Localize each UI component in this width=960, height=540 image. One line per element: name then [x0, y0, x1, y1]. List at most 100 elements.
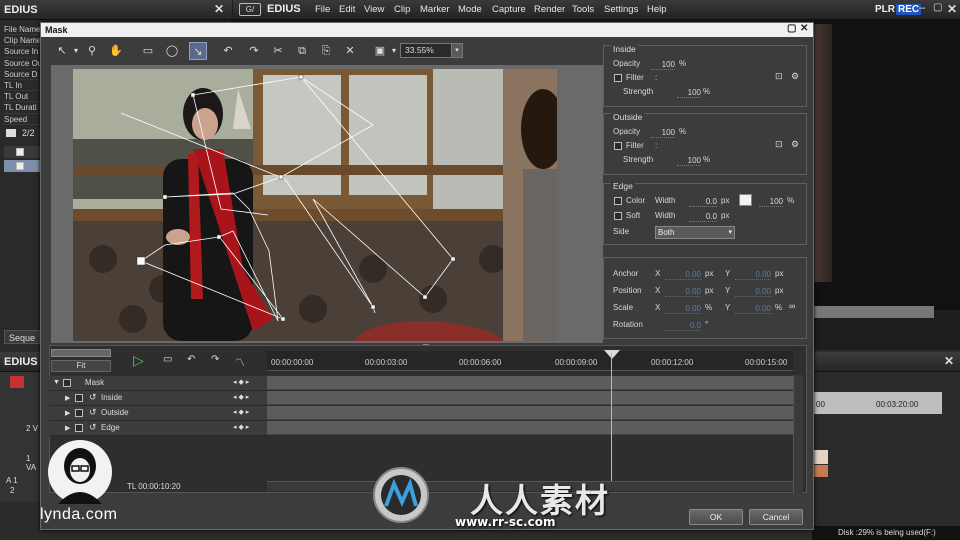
close-icon[interactable]: ✕ [800, 23, 808, 34]
close-icon[interactable]: ✕ [947, 2, 957, 16]
link-icon[interactable]: ∞ [789, 301, 795, 311]
redo-icon[interactable]: ↷ [211, 354, 219, 365]
track-lane-outside[interactable] [267, 406, 793, 420]
checkbox[interactable] [16, 148, 24, 156]
ellipse-tool-icon[interactable]: ◯ [163, 42, 181, 60]
anchor-x-value[interactable]: 0.00 [665, 270, 701, 280]
track-checkbox[interactable] [75, 409, 83, 417]
menu-settings[interactable]: Settings [604, 4, 638, 15]
rectangle-tool-icon[interactable]: ▭ [139, 42, 157, 60]
folder-open-icon[interactable]: ⊡ [775, 139, 783, 150]
recorder-label[interactable]: REC [896, 4, 922, 15]
scale-x-value[interactable]: 0.00 [665, 304, 701, 314]
position-x-value[interactable]: 0.00 [665, 287, 701, 297]
clip-thumbnail[interactable] [814, 450, 828, 464]
inside-opacity-value[interactable]: 100 [651, 60, 675, 70]
timeline-zoom-slider[interactable] [51, 349, 111, 357]
menu-file[interactable]: File [315, 4, 330, 15]
playhead-line[interactable] [611, 353, 612, 481]
record-icon[interactable] [10, 376, 24, 388]
track-header-mask[interactable]: ▼ Mask ◂ ◆ ▸ [49, 376, 267, 391]
collapse-icon[interactable]: ▼ [53, 379, 60, 386]
close-icon[interactable]: ✕ [214, 2, 224, 16]
audio-clip[interactable] [814, 465, 828, 477]
effect-row[interactable] [4, 146, 40, 158]
reset-icon[interactable]: ↺ [89, 407, 97, 418]
menu-marker[interactable]: Marker [420, 4, 450, 15]
menu-capture[interactable]: Capture [492, 4, 526, 15]
effect-row-selected[interactable] [4, 160, 40, 172]
close-icon[interactable]: ✕ [944, 354, 954, 368]
zoom-level-field[interactable]: 33.55% [400, 43, 452, 58]
menu-help[interactable]: Help [647, 4, 667, 15]
keyframe-nav-icon[interactable]: ◂ ◆ ▸ [233, 423, 249, 431]
fit-select[interactable]: Fit [51, 360, 111, 372]
reset-icon[interactable]: ↺ [89, 422, 97, 433]
maximize-icon[interactable]: ▢ [933, 2, 942, 13]
anchor-y-value[interactable]: 0.00 [735, 270, 771, 280]
menu-tools[interactable]: Tools [572, 4, 594, 15]
expand-icon[interactable]: ▶ [65, 394, 70, 402]
timeline-vertical-scrollbar[interactable] [793, 375, 803, 493]
scale-y-value[interactable]: 0.00 [735, 304, 771, 314]
track-lane-edge[interactable] [267, 421, 793, 435]
hand-tool-icon[interactable]: ✋ [107, 42, 125, 60]
track-header-edge[interactable]: ▶ ↺ Edge ◂ ◆ ▸ [49, 421, 267, 436]
settings-icon[interactable]: ⚙ [791, 139, 799, 150]
menu-mode[interactable]: Mode [458, 4, 482, 15]
reset-icon[interactable]: ↺ [89, 392, 97, 403]
copy-icon[interactable]: ⧉ [293, 42, 311, 60]
folder-open-icon[interactable]: ⊡ [775, 71, 783, 82]
undo-icon[interactable]: ↶ [219, 42, 237, 60]
inside-strength-value[interactable]: 100 [677, 88, 701, 98]
pen-tool-icon[interactable]: ↘ [189, 42, 207, 60]
edge-color-width-value[interactable]: 0.0 [689, 197, 717, 207]
timeline-ruler[interactable]: 00:00:00:00 00:00:03:00 00:00:06:00 00:0… [267, 351, 793, 371]
keyframe-nav-icon[interactable]: ◂ ◆ ▸ [233, 393, 249, 401]
delete-icon[interactable]: ✕ [341, 42, 359, 60]
edge-color-checkbox[interactable] [614, 197, 622, 205]
playhead-handle[interactable] [604, 350, 620, 359]
track-lane-inside[interactable] [267, 391, 793, 405]
position-y-value[interactable]: 0.00 [735, 287, 771, 297]
recorder-slider[interactable] [814, 306, 934, 318]
zoom-dropdown-button[interactable]: ▾ [451, 43, 463, 58]
preview-icon[interactable]: ▭ [163, 354, 172, 365]
outside-strength-value[interactable]: 100 [677, 156, 701, 166]
keyframe-nav-icon[interactable]: ◂ ◆ ▸ [233, 378, 249, 386]
inside-filter-checkbox[interactable] [614, 74, 622, 82]
play-icon[interactable]: ▷ [133, 352, 144, 369]
paste-icon[interactable]: ⎘ [317, 42, 335, 60]
outside-filter-checkbox[interactable] [614, 142, 622, 150]
edge-soft-checkbox[interactable] [614, 212, 622, 220]
expand-icon[interactable]: ▶ [65, 409, 70, 417]
keyframe-nav-icon[interactable]: ◂ ◆ ▸ [233, 408, 249, 416]
checkbox[interactable] [16, 162, 24, 170]
edge-color-swatch[interactable] [739, 194, 752, 206]
menu-view[interactable]: View [364, 4, 384, 15]
undo-icon[interactable]: ↶ [187, 354, 195, 365]
edge-side-select[interactable]: Both ▾ [655, 226, 735, 239]
settings-icon[interactable]: ⚙ [791, 71, 799, 82]
video-frame[interactable] [73, 69, 557, 341]
rotation-value[interactable]: 0.0 [665, 321, 701, 331]
menu-edit[interactable]: Edit [339, 4, 355, 15]
track-checkbox[interactable] [63, 379, 71, 387]
cancel-button[interactable]: Cancel [749, 509, 803, 525]
zoom-tool-icon[interactable]: ⚲ [83, 42, 101, 60]
maximize-icon[interactable]: ▢ [787, 23, 796, 34]
graph-icon[interactable]: 〽 [235, 354, 245, 369]
track-header-outside[interactable]: ▶ ↺ Outside ◂ ◆ ▸ [49, 406, 267, 421]
track-checkbox[interactable] [75, 424, 83, 432]
redo-icon[interactable]: ↷ [245, 42, 263, 60]
expand-icon[interactable]: ▶ [65, 424, 70, 432]
menu-render[interactable]: Render [534, 4, 565, 15]
outside-opacity-value[interactable]: 100 [651, 128, 675, 138]
edge-color-percent[interactable]: 100 [759, 197, 783, 207]
track-lane-mask[interactable] [267, 376, 793, 390]
edge-soft-width-value[interactable]: 0.0 [689, 212, 717, 222]
sequence-tab[interactable]: Seque [4, 330, 40, 344]
minimize-icon[interactable]: – [919, 2, 925, 14]
menu-clip[interactable]: Clip [394, 4, 410, 15]
track-header-inside[interactable]: ▶ ↺ Inside ◂ ◆ ▸ [49, 391, 267, 406]
